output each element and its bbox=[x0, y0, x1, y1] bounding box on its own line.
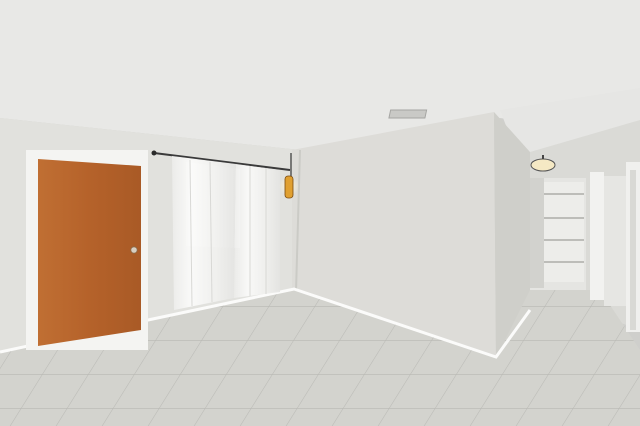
door-knob[interactable] bbox=[130, 246, 138, 254]
ceiling-light[interactable] bbox=[530, 158, 556, 172]
ceiling-vent bbox=[388, 109, 428, 119]
curtain-left[interactable] bbox=[172, 156, 236, 310]
curtain-right[interactable] bbox=[234, 164, 280, 298]
room-illustration bbox=[0, 0, 640, 426]
pendant-light[interactable] bbox=[284, 175, 294, 199]
doorway bbox=[604, 176, 626, 306]
room-photo bbox=[0, 0, 640, 426]
doorway-frame bbox=[590, 172, 604, 300]
door[interactable] bbox=[38, 159, 141, 346]
